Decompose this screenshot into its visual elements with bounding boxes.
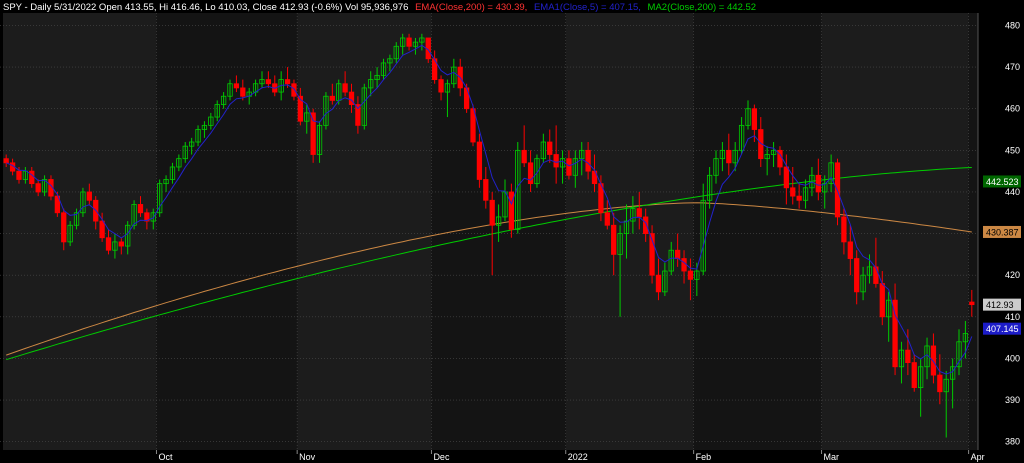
candle-down <box>284 79 291 85</box>
y-tick-label: 480 <box>1005 20 1020 30</box>
y-tick-label: 460 <box>1005 104 1020 114</box>
candle-down <box>265 79 272 85</box>
header-line: SPY - Daily 5/31/2022 Open 413.55, Hi 41… <box>3 2 756 13</box>
candle-down <box>643 216 649 234</box>
y-tick-label: 410 <box>1005 312 1020 322</box>
candle-down <box>687 270 694 280</box>
candle-down <box>790 187 796 197</box>
y-tick-label: 380 <box>1005 437 1020 447</box>
candle-down <box>854 258 860 293</box>
candle-down <box>937 374 943 393</box>
candle-down <box>233 83 240 89</box>
candle-down <box>783 166 789 189</box>
candle-down <box>847 241 853 259</box>
ema200-legend: EMA(Close,200) = 430.39, <box>415 2 527 13</box>
candle-down <box>310 112 316 155</box>
candle-down <box>911 362 917 388</box>
candle-down <box>99 220 105 239</box>
x-tick-label: Apr <box>971 452 985 462</box>
candle-down <box>796 195 802 201</box>
candle-down <box>86 191 92 201</box>
candle-down <box>547 141 553 155</box>
candle-down <box>355 104 361 126</box>
candle-down <box>508 191 515 230</box>
candle-down <box>553 154 559 168</box>
candle-down <box>726 149 732 164</box>
candle-down <box>342 83 348 93</box>
candle-down <box>815 174 821 193</box>
x-tick-label: Mar <box>824 452 840 462</box>
candle-down <box>29 170 35 185</box>
y-tick-label: 440 <box>1005 187 1020 197</box>
y-tick-label: 450 <box>1005 145 1020 155</box>
candle-down <box>35 183 41 193</box>
candle-down <box>675 249 681 259</box>
period-panel <box>297 13 432 450</box>
candle-down <box>3 158 9 164</box>
candle-down <box>566 158 572 176</box>
candle-down <box>329 95 335 101</box>
x-tick-label: Nov <box>299 452 316 462</box>
x-tick-label: Feb <box>696 452 712 462</box>
candle-down <box>930 345 937 376</box>
candle-down <box>905 349 911 364</box>
candle-down <box>521 149 527 164</box>
period-panel <box>565 13 694 450</box>
x-tick-label: Dec <box>433 452 450 462</box>
candle-down <box>476 141 483 180</box>
x-tick-label: Oct <box>158 452 173 462</box>
candle-down <box>105 237 112 251</box>
stock-chart[interactable]: 380390400410420430440450460470480 OctNov… <box>0 0 1024 463</box>
candle-down <box>240 87 246 97</box>
ema5-legend: EMA1(Close,5) = 407.15, <box>534 2 641 13</box>
candle-down <box>291 83 297 97</box>
candle-down <box>489 199 495 226</box>
period-panel <box>693 13 822 450</box>
candle-down <box>969 301 975 306</box>
y-tick-label: 390 <box>1005 395 1020 405</box>
ma200-legend: MA2(Close,200) = 442.52 <box>648 2 757 13</box>
candle-down <box>61 212 67 243</box>
candle-down <box>681 258 687 272</box>
close-tag-label: 412.93 <box>986 300 1014 310</box>
candle-down <box>406 37 412 47</box>
candle-down <box>841 216 847 243</box>
candle-down <box>118 241 124 247</box>
ema5-tag-label: 407.145 <box>986 324 1019 334</box>
candle-down <box>655 274 662 293</box>
y-tick-label: 470 <box>1005 62 1020 72</box>
candle-down <box>483 179 489 201</box>
candle-down <box>438 79 444 93</box>
candle-down <box>16 170 22 180</box>
period-panel <box>3 13 157 450</box>
period-panel <box>156 13 298 450</box>
candle-down <box>873 266 879 284</box>
ma200-tag-label: 442.523 <box>986 177 1019 187</box>
chart-title: SPY - Daily 5/31/2022 Open 413.55, Hi 41… <box>3 2 408 13</box>
candle-down <box>137 204 144 214</box>
x-tick-label: 2022 <box>568 452 588 462</box>
candle-down <box>604 212 610 226</box>
candle-down <box>611 224 617 255</box>
ema200-tag-label: 430.387 <box>986 227 1019 237</box>
candle-down <box>751 108 758 130</box>
candle-down <box>879 283 885 318</box>
y-tick-label: 400 <box>1005 353 1020 363</box>
period-panels <box>3 13 978 450</box>
candle-down <box>636 208 642 218</box>
candle-down <box>585 149 591 172</box>
y-tick-label: 420 <box>1005 270 1020 280</box>
